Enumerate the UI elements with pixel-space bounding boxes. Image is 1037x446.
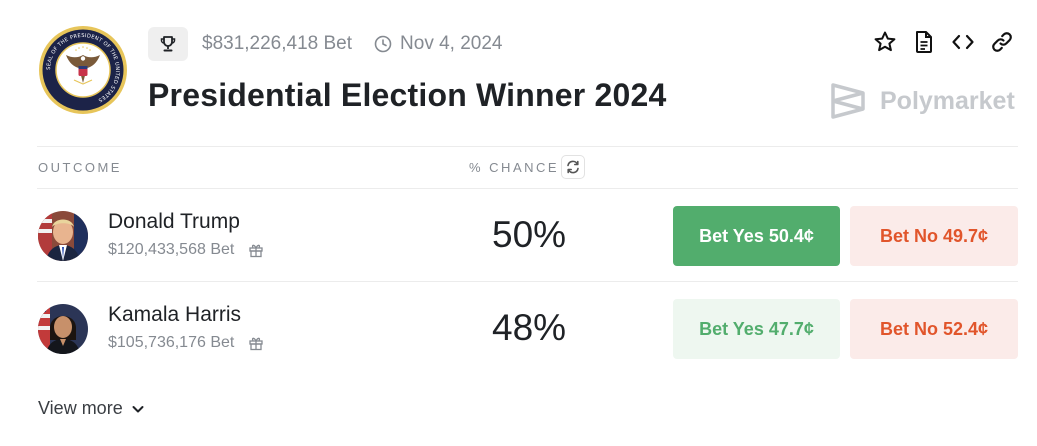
- market-volume: $831,226,418 Bet: [202, 33, 353, 54]
- candidate-volume-line: $120,433,568 Bet: [108, 241, 264, 259]
- candidate-volume-line: $105,736,176 Bet: [108, 334, 264, 352]
- market-end-date: Nov 4, 2024: [400, 33, 503, 54]
- market-card: SEAL OF THE PRESIDENT OF THE UNITED STAT…: [0, 0, 1037, 446]
- divider: [37, 146, 1018, 147]
- polymarket-brand: Polymarket: [830, 82, 1015, 120]
- bet-yes-button[interactable]: Bet Yes 50.4¢: [673, 206, 840, 266]
- candidate-volume: $105,736,176 Bet: [108, 334, 235, 351]
- gift-icon[interactable]: [248, 335, 264, 351]
- gift-icon[interactable]: [248, 242, 264, 258]
- candidate-volume: $120,433,568 Bet: [108, 241, 235, 258]
- view-more-button[interactable]: View more: [38, 398, 145, 419]
- market-meta: $831,226,418 Bet Nov 4, 2024: [148, 27, 503, 61]
- brand-name: Polymarket: [880, 86, 1015, 115]
- trophy-icon: [160, 36, 176, 52]
- chance-value: 50%: [492, 214, 567, 255]
- outcome-row: Donald Trump $120,433,568 Bet 50% Bet Ye…: [0, 189, 1037, 281]
- chevron-down-icon: [131, 402, 145, 416]
- outcome-column-header: OUTCOME: [38, 160, 122, 175]
- outcome-row: Kamala Harris $105,736,176 Bet 48% Bet Y…: [0, 282, 1037, 374]
- trophy-badge: [148, 27, 188, 61]
- market-title: Presidential Election Winner 2024: [148, 77, 667, 113]
- link-icon[interactable]: [989, 29, 1015, 55]
- clock-icon: [374, 35, 392, 53]
- bet-yes-button[interactable]: Bet Yes 47.7¢: [673, 299, 840, 359]
- chance-column-header: % CHANCE: [469, 160, 560, 175]
- refresh-icon[interactable]: [561, 155, 585, 179]
- candidate-name: Donald Trump: [108, 210, 240, 233]
- market-actions: [859, 29, 1015, 55]
- bet-no-button[interactable]: Bet No 49.7¢: [850, 206, 1018, 266]
- chance-value: 48%: [492, 307, 567, 348]
- polymarket-logo-icon: [831, 83, 865, 119]
- document-icon[interactable]: [911, 29, 937, 55]
- presidential-seal-image: SEAL OF THE PRESIDENT OF THE UNITED STAT…: [39, 26, 127, 114]
- candidate-avatar: [38, 304, 88, 354]
- star-icon[interactable]: [872, 29, 898, 55]
- embed-code-icon[interactable]: [950, 29, 976, 55]
- candidate-name: Kamala Harris: [108, 303, 242, 326]
- candidate-avatar: [38, 211, 88, 261]
- bet-no-button[interactable]: Bet No 52.4¢: [850, 299, 1018, 359]
- view-more-label: View more: [38, 398, 123, 418]
